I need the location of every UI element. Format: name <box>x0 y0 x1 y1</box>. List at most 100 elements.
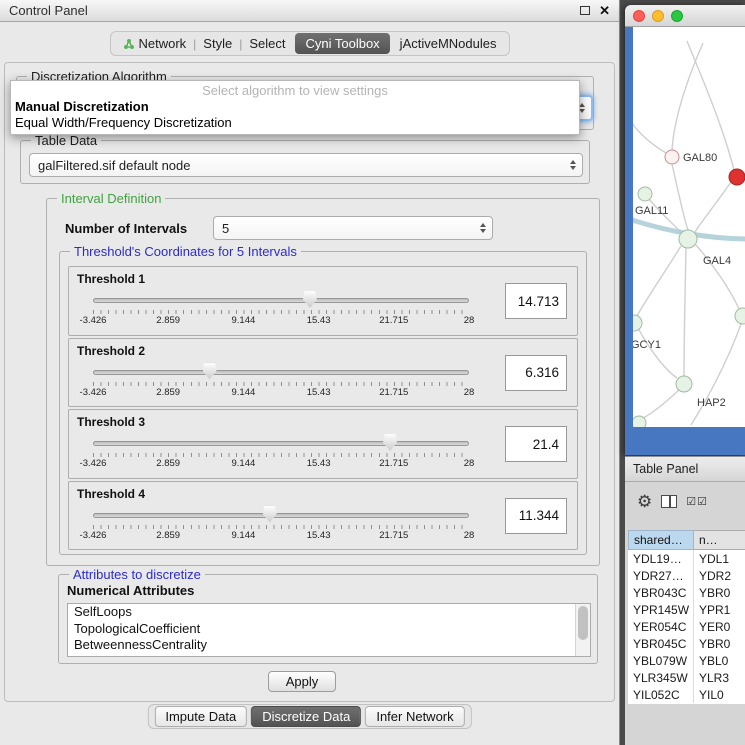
cell-shared-name[interactable]: YPR145W <box>628 601 694 618</box>
dropdown-option-equal-width-frequency[interactable]: Equal Width/Frequency Discretization <box>11 115 579 131</box>
tab-style[interactable]: Style <box>196 34 239 53</box>
threshold-slider[interactable]: -3.4262.8599.14415.4321.71528 <box>93 289 469 333</box>
list-item[interactable]: BetweennessCentrality <box>68 637 590 654</box>
slider-thumb-icon[interactable] <box>263 506 277 523</box>
cell-shared-name[interactable]: YBL079W <box>628 652 694 669</box>
columns-icon[interactable] <box>661 495 677 508</box>
slider-track[interactable] <box>93 370 469 375</box>
network-titlebar[interactable] <box>625 5 745 27</box>
bottom-node[interactable] <box>633 416 646 427</box>
cell-name[interactable]: YPR1 <box>694 601 745 618</box>
table-row[interactable]: YPR145WYPR1 <box>628 601 745 618</box>
right-node[interactable] <box>735 308 745 324</box>
tab-discretize-data[interactable]: Discretize Data <box>251 706 361 727</box>
apply-button[interactable]: Apply <box>268 671 336 692</box>
slider-track[interactable] <box>93 441 469 446</box>
table-row[interactable]: YBL079WYBL0 <box>628 652 745 669</box>
gal80-node[interactable] <box>665 150 679 164</box>
num-intervals-label: Number of Intervals <box>65 221 187 236</box>
network-canvas[interactable]: GAL80GAL11GAL4GCY1HAP2 <box>633 27 745 427</box>
tab-cyni-toolbox[interactable]: Cyni Toolbox <box>295 33 389 54</box>
close-icon[interactable]: ✕ <box>599 4 610 17</box>
table-row[interactable]: YBR045CYBR0 <box>628 635 745 652</box>
threshold-value-field[interactable]: 14.713 <box>505 283 567 319</box>
network-edge[interactable] <box>639 330 677 378</box>
tick-label: 21.715 <box>379 387 408 398</box>
num-intervals-combo[interactable]: 5 <box>213 216 493 240</box>
slider-thumb-icon[interactable] <box>303 291 317 308</box>
threshold-slider[interactable]: -3.4262.8599.14415.4321.71528 <box>93 504 469 548</box>
red-node[interactable] <box>729 169 745 185</box>
table-row[interactable]: YBR043CYBR0 <box>628 584 745 601</box>
network-edge[interactable] <box>643 390 679 418</box>
slider-ticks <box>93 525 469 529</box>
checkbox-icons[interactable]: ☑☑ <box>686 495 708 508</box>
cell-shared-name[interactable]: YIL052C <box>628 686 694 703</box>
network-edge[interactable] <box>691 324 741 425</box>
dropdown-option-manual-discretization[interactable]: Manual Discretization <box>11 99 579 115</box>
table-panel-title: Table Panel <box>633 462 698 476</box>
threshold-value-field[interactable]: 21.4 <box>505 426 567 462</box>
table-row[interactable]: YDL19…YDL1 <box>628 550 745 567</box>
control-panel-titlebar[interactable]: Control Panel ✕ <box>0 0 619 22</box>
threshold-slider[interactable]: -3.4262.8599.14415.4321.71528 <box>93 432 469 476</box>
tab-impute-data[interactable]: Impute Data <box>154 706 247 727</box>
cell-shared-name[interactable]: YBR045C <box>628 635 694 652</box>
scrollbar-thumb[interactable] <box>578 606 588 640</box>
slider-ticks <box>93 382 469 386</box>
slider-track[interactable] <box>93 298 469 303</box>
threshold-slider[interactable]: -3.4262.8599.14415.4321.71528 <box>93 361 469 405</box>
tab-select[interactable]: Select <box>242 34 292 53</box>
tab-jactivemnodules[interactable]: jActiveMNodules <box>393 34 504 53</box>
column-header-name[interactable]: n… <box>694 530 745 550</box>
slider-track[interactable] <box>93 513 469 518</box>
cell-name[interactable]: YBL0 <box>694 652 745 669</box>
cell-shared-name[interactable]: YLR345W <box>628 669 694 686</box>
gcy1-node[interactable] <box>633 315 642 331</box>
cell-name[interactable]: YBR0 <box>694 635 745 652</box>
cell-shared-name[interactable]: YBR043C <box>628 584 694 601</box>
close-traffic-light-icon[interactable] <box>633 10 645 22</box>
cell-name[interactable]: YER0 <box>694 618 745 635</box>
slider-thumb-icon[interactable] <box>383 434 397 451</box>
column-header-shared-name[interactable]: shared… <box>628 530 694 550</box>
tab-network[interactable]: Network <box>115 34 193 53</box>
cell-name[interactable]: YDL1 <box>694 550 745 567</box>
table-data-combo[interactable]: galFiltered.sif default node <box>29 153 583 177</box>
cell-shared-name[interactable]: YDL19… <box>628 550 694 567</box>
cell-shared-name[interactable]: YER054C <box>628 618 694 635</box>
network-edge[interactable] <box>684 248 686 376</box>
threshold-panel: Threshold 1 -3.4262.8599.14415.4321.7152… <box>68 266 578 336</box>
minimize-traffic-light-icon[interactable] <box>652 10 664 22</box>
table-row[interactable]: YIL052CYIL0 <box>628 686 745 703</box>
threshold-value-field[interactable]: 6.316 <box>505 355 567 391</box>
network-edge[interactable] <box>672 164 688 230</box>
cell-name[interactable]: YDR2 <box>694 567 745 584</box>
cell-name[interactable]: YBR0 <box>694 584 745 601</box>
table-row[interactable]: YLR345WYLR3 <box>628 669 745 686</box>
table-row[interactable]: YDR27…YDR2 <box>628 567 745 584</box>
cell-shared-name[interactable]: YDR27… <box>628 567 694 584</box>
float-window-icon[interactable] <box>580 6 590 15</box>
gal11-node[interactable] <box>638 187 652 201</box>
network-edge[interactable] <box>687 41 734 170</box>
threshold-value-field[interactable]: 11.344 <box>505 498 567 534</box>
table-panel-titlebar[interactable]: Table Panel <box>625 456 745 482</box>
network-edge[interactable] <box>672 43 703 150</box>
hap2-node[interactable] <box>676 376 692 392</box>
gear-icon[interactable]: ⚙ <box>637 493 652 510</box>
network-edge[interactable] <box>633 122 666 153</box>
network-edge[interactable] <box>637 246 681 316</box>
numerical-attributes-list[interactable]: SelfLoopsTopologicalCoefficientBetweenne… <box>67 603 591 657</box>
slider-thumb-icon[interactable] <box>203 363 217 380</box>
list-item[interactable]: SelfLoops <box>68 604 590 621</box>
cell-name[interactable]: YLR3 <box>694 669 745 686</box>
tab-infer-network[interactable]: Infer Network <box>365 706 464 727</box>
gal4-node[interactable] <box>679 230 697 248</box>
list-item[interactable]: TopologicalCoefficient <box>68 621 590 638</box>
zoom-traffic-light-icon[interactable] <box>671 10 683 22</box>
network-edge[interactable] <box>695 182 731 232</box>
cell-name[interactable]: YIL0 <box>694 686 745 703</box>
list-scrollbar[interactable] <box>575 604 590 656</box>
table-row[interactable]: YER054CYER0 <box>628 618 745 635</box>
